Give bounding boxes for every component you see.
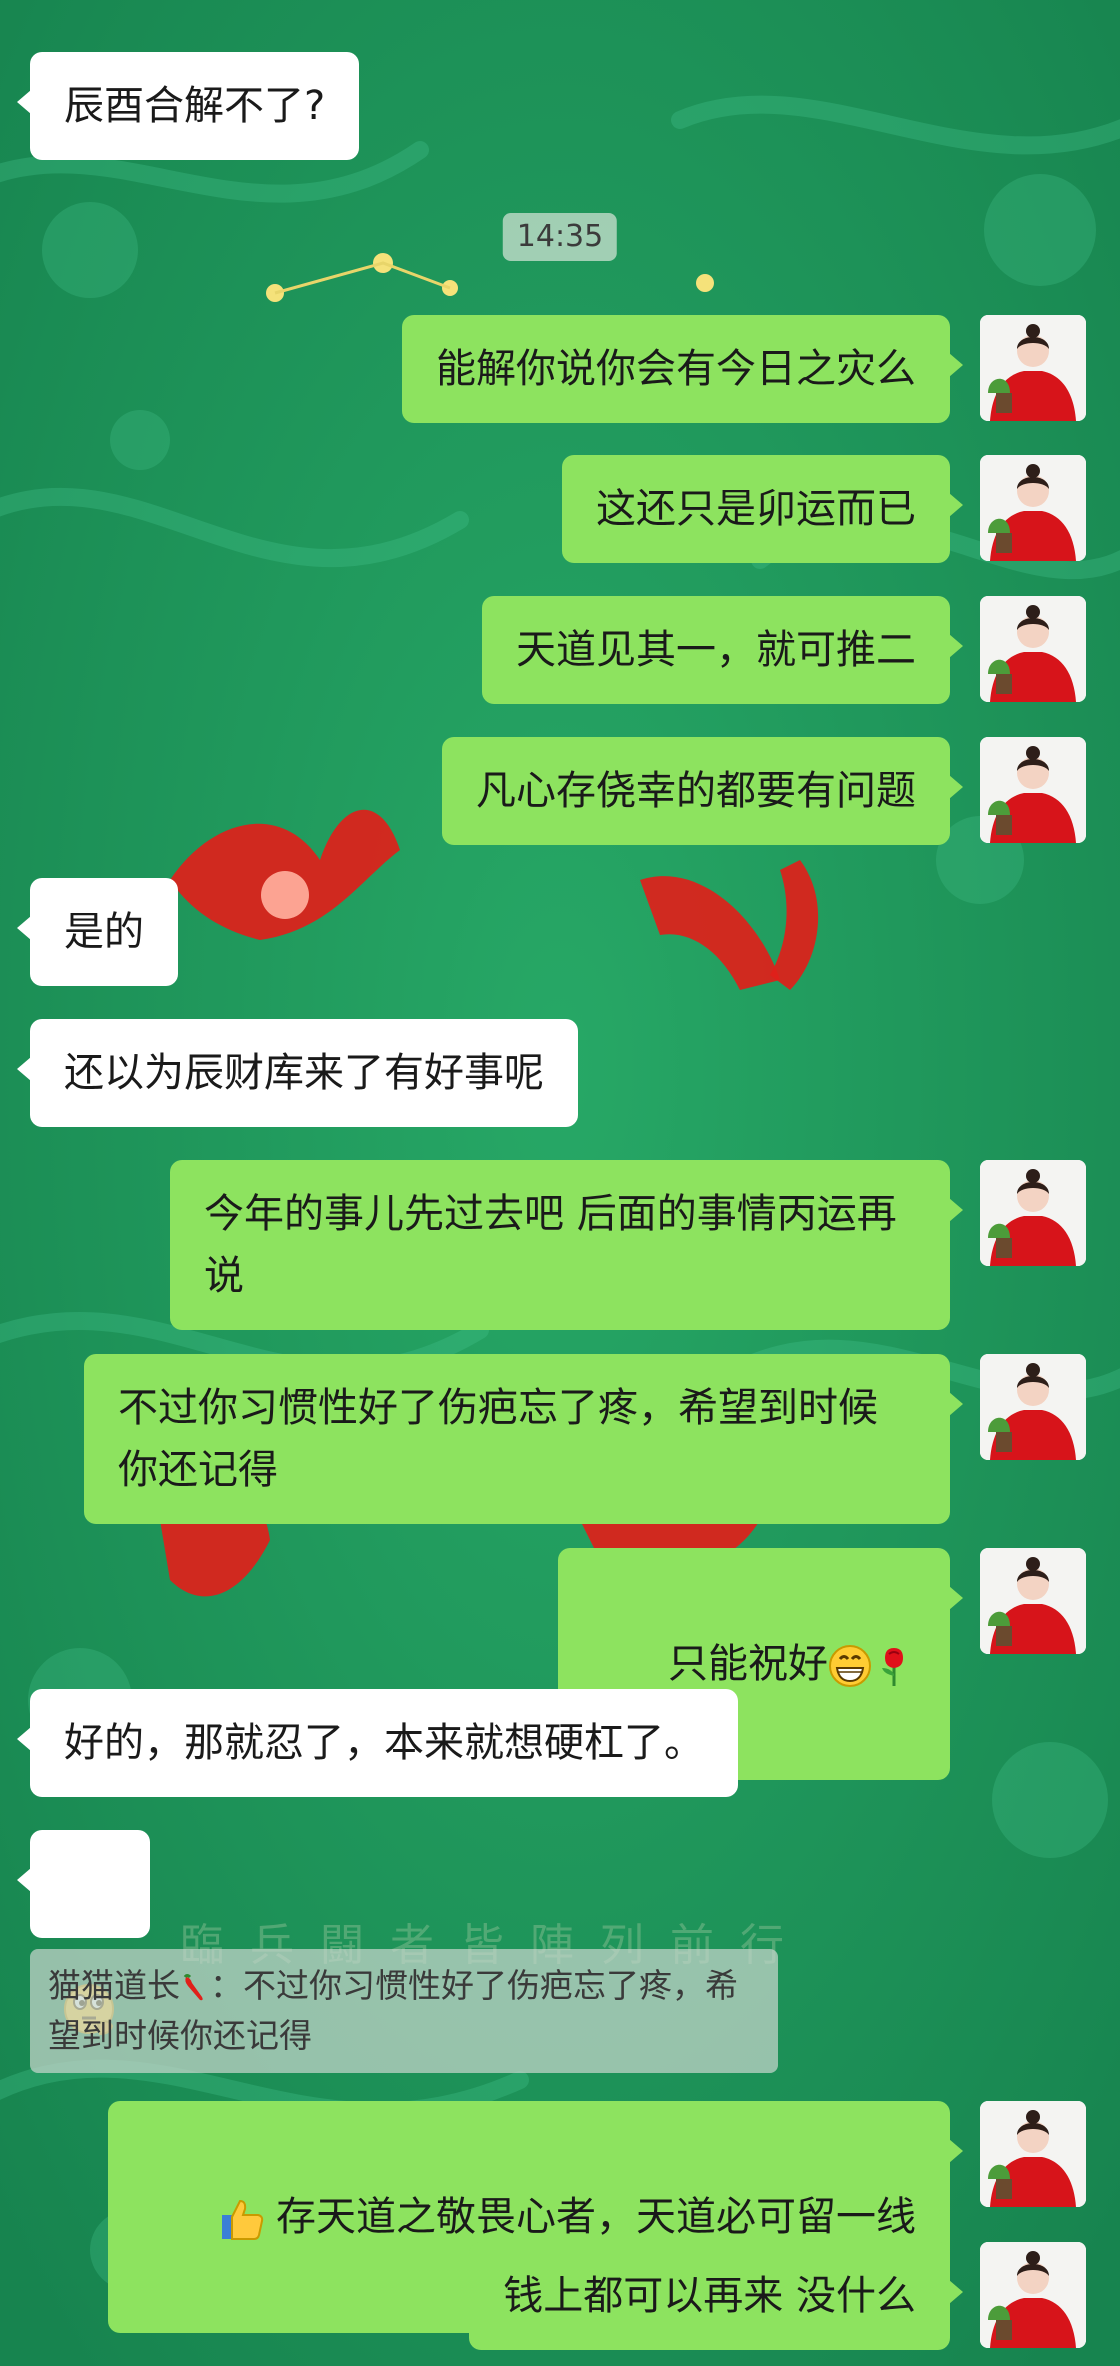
chat-area[interactable]: 14:35 辰酉合解不了? 能解你说你会有今日之灾么 这还只是卯运而已 天道见其… bbox=[0, 0, 1120, 2366]
outgoing-bubble[interactable]: 这还只是卯运而已 bbox=[562, 455, 963, 563]
outgoing-bubble[interactable]: 今年的事儿先过去吧 后面的事情丙运再说 bbox=[170, 1160, 963, 1330]
user-avatar[interactable] bbox=[980, 1160, 1086, 1266]
thumbs-up-emoji bbox=[222, 2199, 264, 2240]
user-avatar[interactable] bbox=[980, 315, 1086, 421]
incoming-bubble[interactable]: 好的，那就忍了，本来就想硬杠了。 bbox=[17, 1689, 738, 1797]
incoming-bubble[interactable] bbox=[17, 1830, 150, 2036]
user-avatar[interactable] bbox=[980, 2242, 1086, 2348]
user-avatar[interactable] bbox=[980, 737, 1086, 843]
timestamp: 14:35 bbox=[502, 213, 618, 261]
outgoing-bubble[interactable]: 钱上都可以再来 没什么 bbox=[469, 2242, 963, 2350]
chili-pepper-emoji bbox=[183, 1973, 203, 2000]
incoming-bubble[interactable]: 是的 bbox=[17, 878, 178, 986]
message-text: 存天道之敬畏心者，天道必可留一线 bbox=[276, 2194, 916, 2240]
incoming-bubble[interactable]: 还以为辰财库来了有好事呢 bbox=[17, 1019, 578, 1127]
outgoing-bubble[interactable]: 凡心存侥幸的都要有问题 bbox=[442, 737, 963, 845]
message-text: 只能祝好 bbox=[668, 1641, 828, 1687]
user-avatar[interactable] bbox=[980, 455, 1086, 561]
user-avatar[interactable] bbox=[980, 1354, 1086, 1460]
grin-emoji bbox=[829, 1645, 871, 1687]
outgoing-bubble[interactable]: 天道见其一，就可推二 bbox=[482, 596, 963, 704]
outgoing-bubble[interactable]: 不过你习惯性好了伤疤忘了疼，希望到时候你还记得 bbox=[84, 1354, 963, 1524]
outgoing-bubble[interactable]: 能解你说你会有今日之灾么 bbox=[402, 315, 963, 423]
rose-emoji bbox=[882, 1648, 903, 1686]
quote-separator: ： bbox=[210, 1966, 243, 2005]
user-avatar[interactable] bbox=[980, 596, 1086, 702]
user-avatar[interactable] bbox=[980, 1548, 1086, 1654]
incoming-bubble[interactable]: 辰酉合解不了? bbox=[16, 52, 360, 160]
quoted-message[interactable]: 猫猫道长 ：不过你习惯性好了伤疤忘了疼，希望到时候你还记得 bbox=[30, 1949, 778, 2073]
user-avatar[interactable] bbox=[980, 2101, 1086, 2207]
quote-sender: 猫猫道长 bbox=[48, 1966, 180, 2005]
